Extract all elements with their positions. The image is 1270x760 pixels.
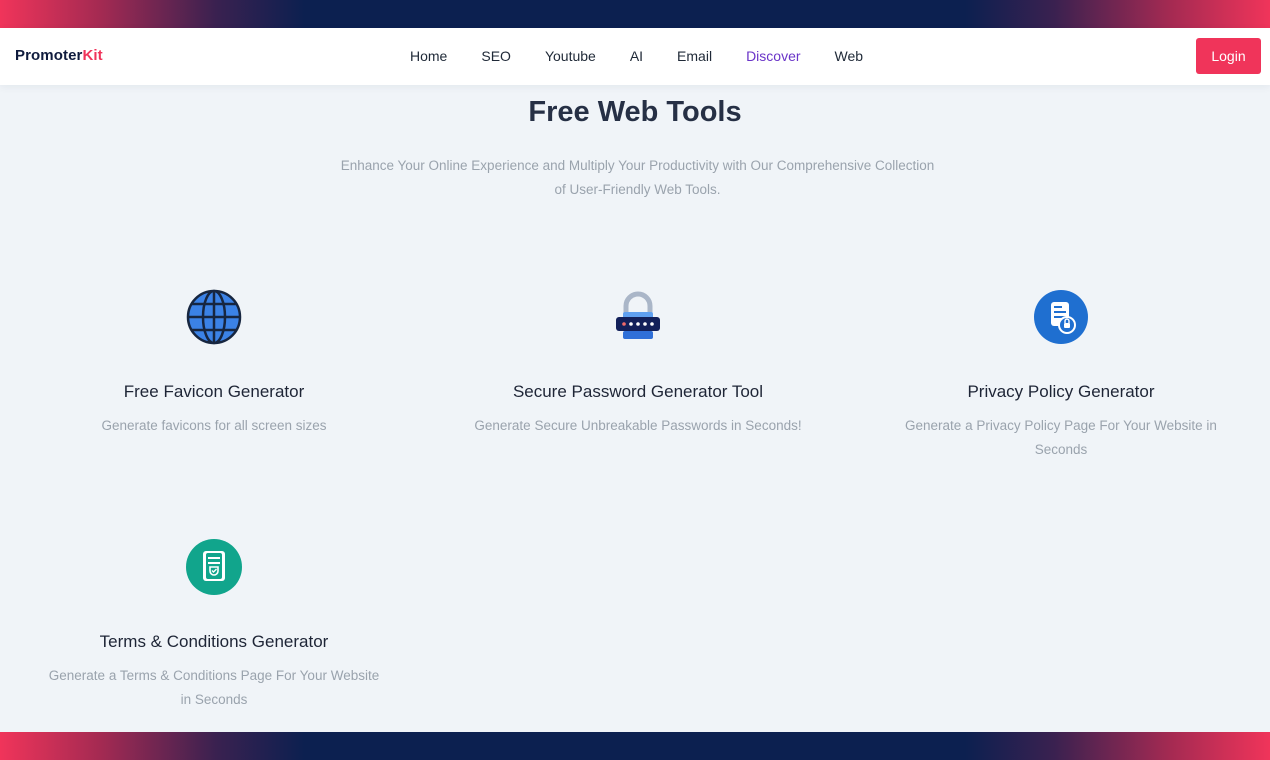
privacy-document-icon bbox=[1034, 290, 1088, 344]
tool-description: Generate favicons for all screen sizes bbox=[101, 418, 327, 433]
tool-description: Generate Secure Unbreakable Passwords in… bbox=[474, 418, 802, 433]
page-title: Free Web Tools bbox=[528, 96, 742, 128]
tool-description: Generate a Privacy Policy Page For Your … bbox=[905, 418, 1217, 457]
tool-card-password[interactable]: Secure Password Generator Tool Generate … bbox=[448, 288, 828, 438]
globe-icon bbox=[186, 289, 242, 345]
nav-link-youtube[interactable]: Youtube bbox=[545, 48, 596, 64]
terms-document-icon bbox=[186, 539, 242, 595]
tool-card-favicon[interactable]: Free Favicon Generator Generate favicons… bbox=[24, 288, 404, 438]
tool-card-terms-conditions[interactable]: Terms & Conditions Generator Generate a … bbox=[24, 538, 404, 712]
nav-link-web[interactable]: Web bbox=[835, 48, 864, 64]
nav-link-seo[interactable]: SEO bbox=[481, 48, 511, 64]
main-nav: Home SEO Youtube AI Email Discover Web bbox=[410, 48, 897, 64]
nav-link-ai[interactable]: AI bbox=[630, 48, 643, 64]
tool-title: Privacy Policy Generator bbox=[967, 382, 1155, 401]
top-gradient-band bbox=[0, 0, 1270, 28]
navbar: PromoterKit Home SEO Youtube AI Email Di… bbox=[0, 28, 1270, 85]
brand-name-main: Promoter bbox=[15, 47, 83, 64]
tool-card-privacy-policy[interactable]: Privacy Policy Generator Generate a Priv… bbox=[871, 288, 1251, 462]
nav-link-home[interactable]: Home bbox=[410, 48, 447, 64]
password-lock-icon bbox=[616, 291, 660, 339]
tool-title: Secure Password Generator Tool bbox=[512, 382, 764, 401]
brand-name-accent: Kit bbox=[82, 47, 103, 64]
login-button[interactable]: Login bbox=[1196, 38, 1261, 74]
brand-logo[interactable]: PromoterKit bbox=[15, 47, 103, 64]
tool-title: Terms & Conditions Generator bbox=[99, 632, 329, 651]
bottom-gradient-band bbox=[0, 732, 1270, 760]
nav-link-email[interactable]: Email bbox=[677, 48, 712, 64]
page-subtitle: Enhance Your Online Experience and Multi… bbox=[340, 158, 935, 197]
tool-title: Free Favicon Generator bbox=[123, 382, 305, 401]
nav-link-discover[interactable]: Discover bbox=[746, 48, 800, 64]
tool-description: Generate a Terms & Conditions Page For Y… bbox=[48, 668, 380, 707]
